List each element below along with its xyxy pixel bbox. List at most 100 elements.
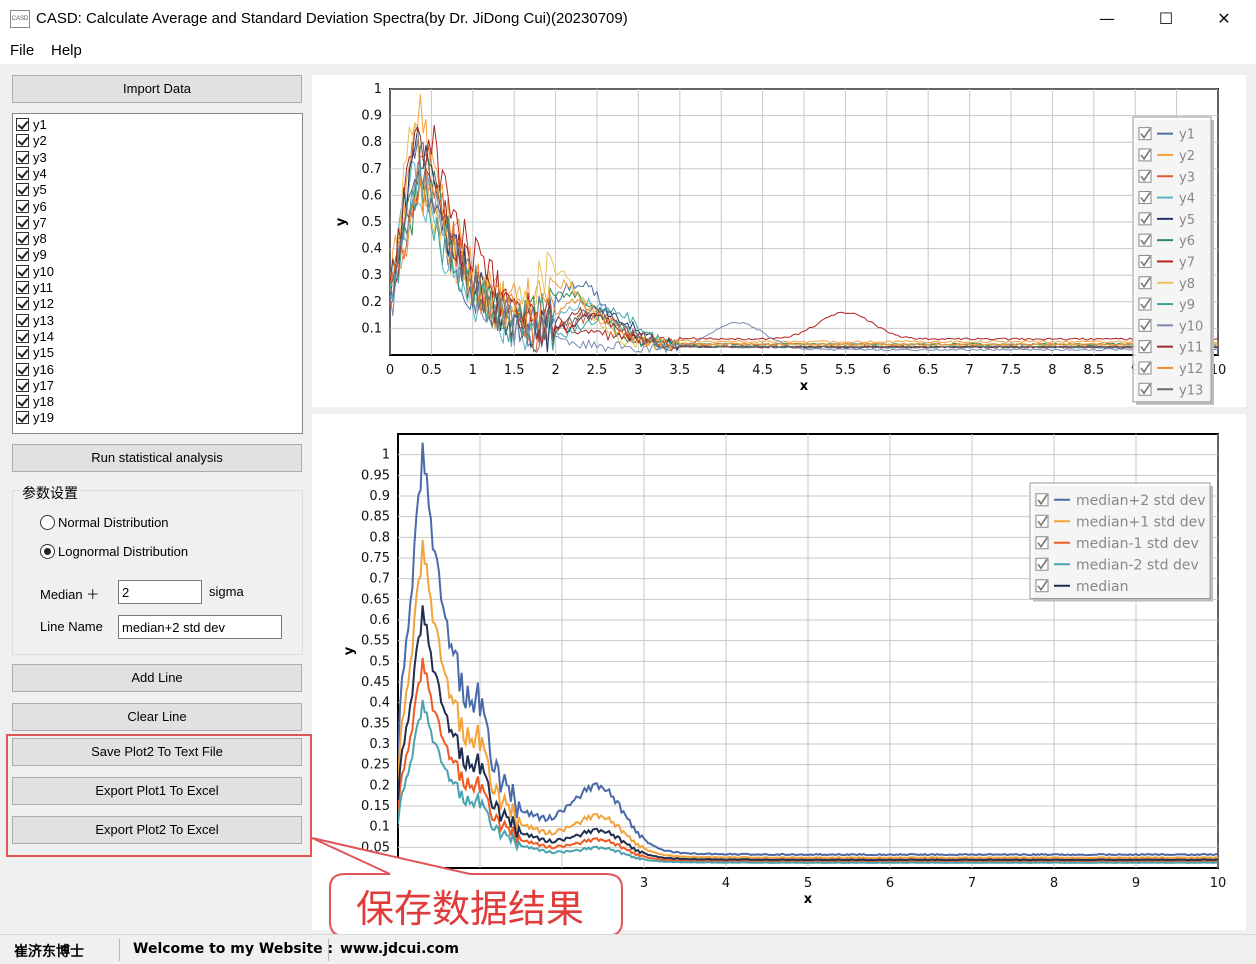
plot1-chart[interactable]: 00.511.522.533.544.555.566.577.588.599.5…	[312, 75, 1246, 407]
y-tick-label: 0.2	[361, 295, 382, 310]
x-tick-label: 8.5	[1083, 363, 1104, 378]
series-list-item[interactable]: y14	[16, 329, 54, 345]
add-line-button[interactable]: Add Line	[12, 664, 302, 692]
series-list-item[interactable]: y7	[16, 215, 47, 231]
x-axis-label: x	[800, 379, 809, 394]
series-list-item[interactable]: y11	[16, 280, 53, 296]
legend-label: y2	[1179, 149, 1195, 164]
checkbox[interactable]	[16, 134, 29, 148]
series-list-item[interactable]: y12	[16, 296, 54, 312]
series-list-label: y2	[33, 133, 47, 149]
median-sigma-input[interactable]	[118, 580, 202, 604]
y-tick-label: 0.3	[361, 268, 382, 283]
checkbox[interactable]	[16, 150, 29, 164]
checkbox[interactable]	[16, 297, 29, 311]
y-tick-label: 0.1	[361, 321, 382, 336]
x-tick-label: 1.5	[504, 363, 525, 378]
y-tick-label: 1	[374, 82, 382, 97]
normal-distribution-label: Normal Distribution	[58, 515, 169, 530]
close-button[interactable]: ✕	[1213, 8, 1235, 30]
status-author: 崔济东博士	[14, 944, 84, 960]
x-axis-label: x	[804, 892, 813, 907]
series-list-item[interactable]: y10	[16, 264, 54, 280]
y-tick-label: 0.5	[369, 654, 390, 669]
y-tick-label: 0.6	[369, 613, 390, 628]
series-list-label: y13	[33, 312, 54, 328]
series-list-item[interactable]: y2	[16, 133, 47, 149]
menu-bar: File Help	[0, 38, 1256, 64]
checkbox[interactable]	[16, 215, 29, 229]
series-list-item[interactable]: y6	[16, 199, 47, 215]
series-list-label: y10	[33, 263, 54, 279]
series-list-item[interactable]: y5	[16, 182, 47, 198]
lognormal-distribution-radio[interactable]: Lognormal Distribution	[40, 544, 188, 560]
callout-text: 保存数据结果	[356, 887, 585, 931]
legend-label: median+2 std dev	[1076, 493, 1205, 509]
x-tick-label: 0.5	[421, 363, 442, 378]
checkbox[interactable]	[16, 281, 29, 294]
series-list-item[interactable]: y18	[16, 394, 54, 410]
checkbox[interactable]	[16, 118, 29, 131]
x-tick-label: 7.5	[1001, 363, 1022, 378]
checkbox[interactable]	[16, 346, 29, 360]
series-list-label: y19	[33, 410, 54, 426]
maximize-button[interactable]: ☐	[1155, 8, 1177, 30]
legend-label: y5	[1179, 213, 1195, 228]
window-title: CASD: Calculate Average and Standard Dev…	[36, 10, 628, 27]
series-list-item[interactable]: y1	[16, 117, 47, 133]
checkbox[interactable]	[16, 313, 29, 327]
series-list-label: y5	[33, 182, 47, 198]
run-analysis-button[interactable]: Run statistical analysis	[12, 444, 302, 472]
checkbox[interactable]	[16, 166, 29, 180]
checkbox[interactable]	[16, 264, 29, 278]
status-website-link[interactable]: www.jdcui.com	[340, 941, 459, 957]
series-list-item[interactable]: y4	[16, 166, 47, 182]
series-list-item[interactable]: y19	[16, 410, 54, 426]
legend-label: y1	[1179, 128, 1195, 143]
minimize-button[interactable]: —	[1096, 8, 1118, 30]
y-tick-label: 0.9	[369, 489, 390, 504]
checkbox[interactable]	[16, 199, 29, 213]
x-tick-label: 6	[883, 363, 891, 378]
checkbox[interactable]	[16, 378, 29, 392]
normal-distribution-radio[interactable]: Normal Distribution	[40, 515, 169, 531]
series-list-item[interactable]: y13	[16, 313, 54, 329]
checkbox[interactable]	[16, 329, 29, 343]
y-tick-label: 0.5	[361, 215, 382, 230]
checkbox[interactable]	[16, 183, 29, 197]
checkbox[interactable]	[16, 362, 29, 376]
legend-label: y6	[1179, 234, 1195, 249]
series-list-item[interactable]: y8	[16, 231, 47, 247]
y-tick-label: 0.55	[361, 634, 390, 649]
menu-file[interactable]: File	[10, 42, 34, 59]
checkbox[interactable]	[16, 248, 29, 262]
checkbox[interactable]	[16, 395, 29, 409]
x-tick-label: 7	[965, 363, 973, 378]
y-tick-label: 0.75	[361, 551, 390, 566]
checkbox[interactable]	[16, 411, 29, 425]
y-tick-label: 0.8	[369, 530, 390, 545]
checkbox[interactable]	[16, 232, 29, 246]
series-list-label: y12	[33, 296, 54, 312]
series-listbox[interactable]: y1 y2 y3 y4 y5 y6 y7 y8 y9 y10 y11 y12 y13 y14 y15 y16 y…	[12, 113, 303, 434]
x-tick-label: 0	[386, 363, 394, 378]
menu-help[interactable]: Help	[51, 42, 82, 59]
series-list-item[interactable]: y15	[16, 345, 54, 361]
y-axis-label: y	[334, 217, 349, 226]
x-tick-label: 4.5	[752, 363, 773, 378]
x-tick-label: 3	[634, 363, 642, 378]
radio-indicator-selected	[40, 544, 55, 559]
series-list-label: y18	[33, 394, 54, 410]
series-list-item[interactable]: y3	[16, 150, 47, 166]
series-list-item[interactable]: y9	[16, 247, 47, 263]
y-axis-label: y	[342, 646, 357, 655]
params-title: 参数设置	[20, 483, 80, 503]
line-name-input[interactable]	[118, 615, 282, 639]
x-tick-label: 4	[722, 876, 730, 891]
series-list-item[interactable]: y16	[16, 362, 54, 378]
x-tick-label: 5.5	[835, 363, 856, 378]
clear-line-button[interactable]: Clear Line	[12, 703, 302, 731]
import-data-button[interactable]: Import Data	[12, 75, 302, 103]
legend-label: y11	[1179, 341, 1203, 356]
series-list-item[interactable]: y17	[16, 378, 54, 394]
